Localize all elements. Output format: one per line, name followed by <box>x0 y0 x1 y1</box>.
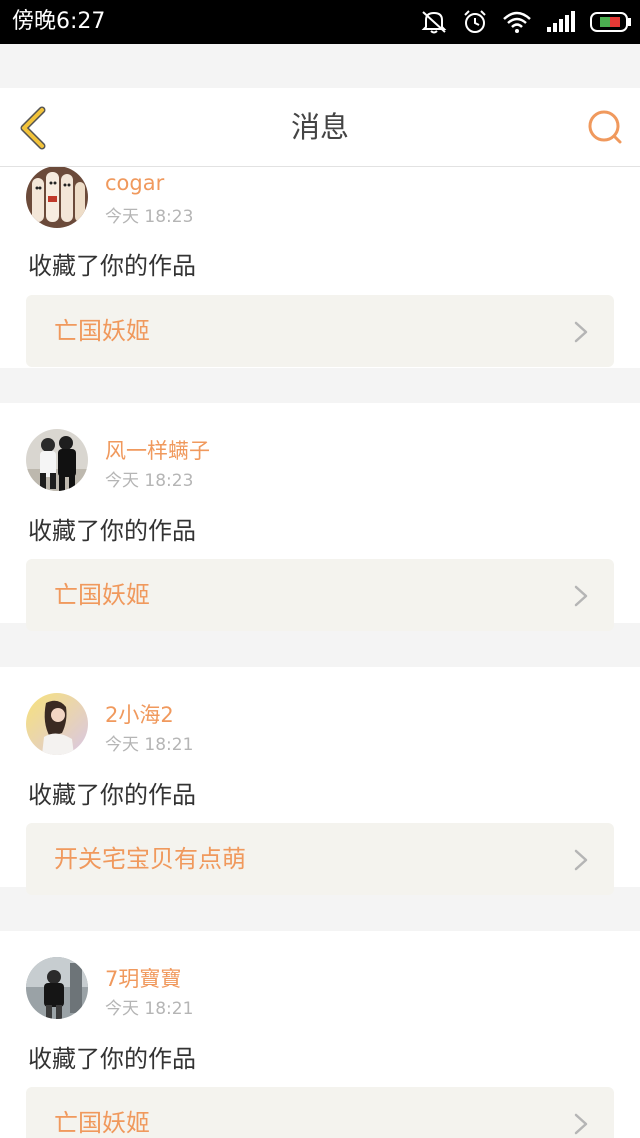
signal-icon <box>546 11 576 33</box>
work-title: 亡国妖姬 <box>54 317 150 345</box>
wifi-icon <box>502 10 532 34</box>
list-item: 2小海2 今天 18:21 收藏了你的作品 开关宅宝贝有点萌 <box>0 667 640 895</box>
page-title: 消息 <box>290 110 349 144</box>
top-spacer <box>0 44 640 88</box>
chevron-right-icon <box>574 585 588 607</box>
avatar[interactable] <box>26 693 88 755</box>
work-title: 开关宅宝贝有点萌 <box>54 845 246 873</box>
timestamp: 今天 18:23 <box>105 471 194 491</box>
timestamp: 今天 18:21 <box>105 735 194 755</box>
username[interactable]: 风一样螨子 <box>105 435 210 465</box>
action-text: 收藏了你的作品 <box>28 1045 196 1073</box>
work-link[interactable]: 亡国妖姬 <box>26 559 614 631</box>
work-title: 亡国妖姬 <box>54 1109 150 1137</box>
work-title: 亡国妖姬 <box>54 581 150 609</box>
status-time: 傍晚6:27 <box>12 9 106 34</box>
notification-list[interactable]: cogar 今天 18:23 收藏了你的作品 亡国妖姬 风一样螨子 今天 18:… <box>0 166 640 1138</box>
status-bar: 傍晚6:27 <box>0 0 640 44</box>
mute-icon <box>420 9 448 35</box>
battery-icon <box>590 11 632 33</box>
search-icon <box>588 110 622 144</box>
timestamp: 今天 18:23 <box>105 207 194 227</box>
status-icons <box>420 8 632 36</box>
timestamp: 今天 18:21 <box>105 999 194 1019</box>
action-text: 收藏了你的作品 <box>28 517 196 545</box>
chevron-right-icon <box>574 321 588 343</box>
work-link[interactable]: 亡国妖姬 <box>26 295 614 367</box>
chevron-right-icon <box>574 849 588 871</box>
avatar[interactable] <box>26 429 88 491</box>
search-button[interactable] <box>586 108 626 148</box>
chevron-right-icon <box>574 1113 588 1135</box>
username[interactable]: 2小海2 <box>105 699 174 729</box>
username[interactable]: cogar <box>105 171 164 195</box>
avatar[interactable] <box>26 957 88 1019</box>
work-link[interactable]: 亡国妖姬 <box>26 1087 614 1138</box>
header: 消息 <box>0 88 640 167</box>
list-item: 7玥寶寶 今天 18:21 收藏了你的作品 亡国妖姬 <box>0 931 640 1138</box>
work-link[interactable]: 开关宅宝贝有点萌 <box>26 823 614 895</box>
username[interactable]: 7玥寶寶 <box>105 963 181 993</box>
action-text: 收藏了你的作品 <box>28 252 196 280</box>
avatar[interactable] <box>26 166 88 228</box>
list-item: cogar 今天 18:23 收藏了你的作品 亡国妖姬 <box>0 166 640 368</box>
alarm-icon <box>462 9 488 35</box>
action-text: 收藏了你的作品 <box>28 781 196 809</box>
list-item: 风一样螨子 今天 18:23 收藏了你的作品 亡国妖姬 <box>0 403 640 631</box>
